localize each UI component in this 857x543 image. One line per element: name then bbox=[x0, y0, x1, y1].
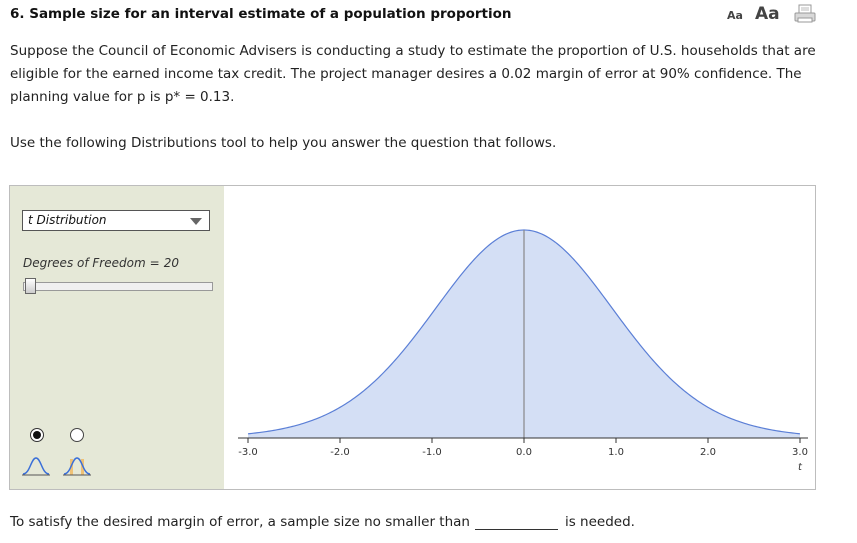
increase-text-size-button[interactable]: Aa bbox=[755, 4, 780, 24]
shaded-tails-curve-icon[interactable] bbox=[62, 454, 92, 478]
x-tick-label: 2.0 bbox=[700, 447, 716, 458]
distribution-select-value: t Distribution bbox=[28, 213, 107, 227]
radio-selected-dot bbox=[33, 431, 41, 439]
df-value: 20 bbox=[163, 256, 179, 270]
decrease-text-size-button[interactable]: Aa bbox=[727, 9, 743, 22]
x-tick-label: 1.0 bbox=[608, 447, 624, 458]
question-title: 6. Sample size for an interval estimate … bbox=[10, 6, 512, 22]
x-axis-ticks: -3.0 -2.0 -1.0 0.0 1.0 2.0 3.0 bbox=[238, 438, 808, 458]
x-tick-label: 0.0 bbox=[516, 447, 532, 458]
df-label-text: Degrees of Freedom bbox=[23, 256, 146, 270]
single-curve-icon[interactable] bbox=[21, 454, 51, 478]
control-panel: t Distribution Degrees of Freedom = 20 bbox=[10, 186, 224, 489]
x-tick-label: 3.0 bbox=[792, 447, 808, 458]
radio-shaded-tails[interactable] bbox=[70, 428, 84, 442]
slider-thumb[interactable] bbox=[25, 278, 36, 294]
x-tick-label: -3.0 bbox=[238, 447, 258, 458]
answer-prefix: To satisfy the desired margin of error, … bbox=[10, 514, 470, 530]
answer-suffix: is needed. bbox=[564, 514, 635, 530]
distribution-select[interactable]: t Distribution bbox=[22, 210, 210, 231]
x-tick-label: -2.0 bbox=[330, 447, 350, 458]
print-icon[interactable] bbox=[794, 4, 816, 24]
degrees-of-freedom-label: Degrees of Freedom = 20 bbox=[23, 256, 179, 270]
problem-statement: Suppose the Council of Economic Advisers… bbox=[10, 43, 816, 105]
text-tools: Aa Aa bbox=[727, 4, 816, 24]
chevron-down-icon[interactable] bbox=[190, 218, 202, 225]
df-equals-sign: = bbox=[149, 256, 160, 270]
x-axis-label: t bbox=[798, 462, 803, 473]
tool-instructions: Use the following Distributions tool to … bbox=[10, 135, 557, 151]
answer-sentence: To satisfy the desired margin of error, … bbox=[10, 513, 635, 530]
x-tick-label: -1.0 bbox=[422, 447, 442, 458]
sample-size-answer-input[interactable] bbox=[474, 513, 558, 530]
degrees-of-freedom-slider[interactable] bbox=[23, 278, 213, 294]
radio-single-curve[interactable] bbox=[30, 428, 44, 442]
distributions-tool: t Distribution Degrees of Freedom = 20 -… bbox=[9, 185, 816, 490]
t-distribution-plot[interactable]: -3.0 -2.0 -1.0 0.0 1.0 2.0 3.0 t bbox=[224, 186, 815, 489]
